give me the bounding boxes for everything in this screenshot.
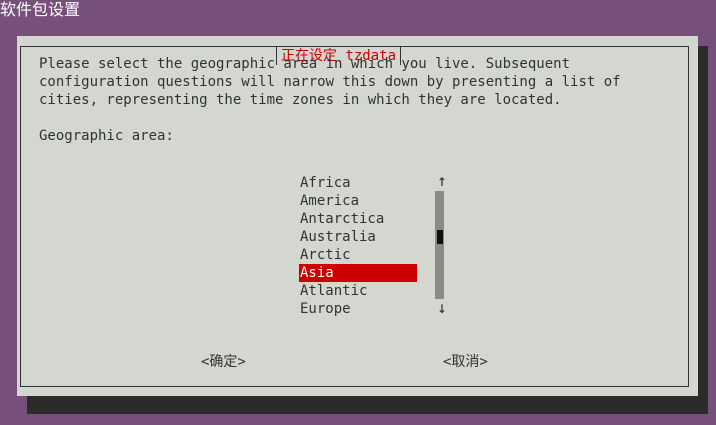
list-item-atlantic[interactable]: Atlantic (299, 282, 417, 300)
geographic-area-label: Geographic area: (39, 128, 174, 144)
dialog-frame: 正在设定 tzdata Please select the geographic… (20, 46, 689, 387)
description-line-1: Please select the geographic area in whi… (39, 56, 571, 72)
description-line-3: cities, representing the time zones in w… (39, 92, 562, 108)
ok-button[interactable]: <确定> (201, 353, 246, 371)
description-line-2: configuration questions will narrow this… (39, 74, 621, 90)
tzdata-dialog: 正在设定 tzdata Please select the geographic… (17, 36, 698, 396)
cancel-button[interactable]: <取消> (443, 353, 488, 371)
list-item-europe[interactable]: Europe (299, 300, 417, 318)
window-title: 软件包设置 (0, 0, 81, 19)
list-item-arctic[interactable]: Arctic (299, 246, 417, 264)
list-item-asia[interactable]: Asia (299, 264, 417, 282)
scroll-up-arrow-icon[interactable]: ↑ (435, 172, 449, 190)
list-item-africa[interactable]: Africa (299, 174, 417, 192)
scrollbar-track[interactable] (435, 191, 444, 299)
list-item-america[interactable]: America (299, 192, 417, 210)
list-item-australia[interactable]: Australia (299, 228, 417, 246)
geographic-area-list[interactable]: Africa America Antarctica Australia Arct… (299, 174, 417, 318)
list-item-antarctica[interactable]: Antarctica (299, 210, 417, 228)
scrollbar-thumb[interactable] (437, 230, 443, 244)
scroll-down-arrow-icon[interactable]: ↓ (435, 299, 449, 317)
